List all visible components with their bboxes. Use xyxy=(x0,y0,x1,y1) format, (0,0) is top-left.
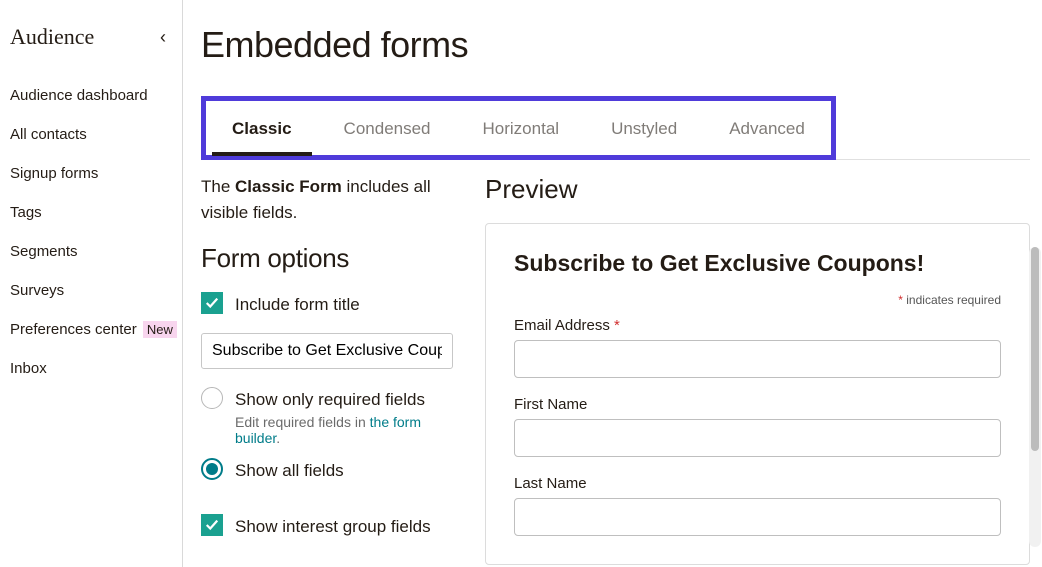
sidebar-item-label: Tags xyxy=(10,204,42,221)
hint-text: Edit required fields in xyxy=(235,414,370,430)
preview-field-lastname: Last Name xyxy=(514,475,1001,536)
show-all-radio[interactable] xyxy=(201,458,223,480)
asterisk-icon: * xyxy=(898,293,903,307)
tabs: Classic Condensed Horizontal Unstyled Ad… xyxy=(206,101,831,155)
tab-condensed[interactable]: Condensed xyxy=(318,101,457,155)
tab-label: Unstyled xyxy=(611,119,677,138)
email-input[interactable] xyxy=(514,340,1001,378)
check-icon xyxy=(205,296,219,310)
check-icon xyxy=(205,518,219,532)
desc-strong: Classic Form xyxy=(235,177,342,196)
page-title: Embedded forms xyxy=(201,24,1030,66)
sidebar-item-tags[interactable]: Tags xyxy=(10,193,182,232)
option-show-interest: Show interest group fields xyxy=(201,514,453,539)
firstname-input[interactable] xyxy=(514,419,1001,457)
form-title-input[interactable] xyxy=(201,333,453,369)
form-description: The Classic Form includes all visible fi… xyxy=(201,174,453,225)
option-show-all: Show all fields xyxy=(201,458,453,483)
sidebar-item-label: All contacts xyxy=(10,126,87,143)
show-all-label: Show all fields xyxy=(235,458,344,483)
include-title-checkbox[interactable] xyxy=(201,292,223,314)
preview-heading: Preview xyxy=(485,174,1030,205)
tab-label: Condensed xyxy=(344,119,431,138)
show-required-hint: Edit required fields in the form builder… xyxy=(235,414,453,446)
tab-label: Advanced xyxy=(729,119,805,138)
required-note: * indicates required xyxy=(514,293,1001,307)
sidebar-item-inbox[interactable]: Inbox xyxy=(10,349,182,388)
sidebar-item-label: Signup forms xyxy=(10,165,98,182)
field-label: First Name xyxy=(514,396,1001,413)
sidebar-item-label: Segments xyxy=(10,243,78,260)
scrollbar-thumb[interactable] xyxy=(1031,247,1039,451)
tabs-highlight-box: Classic Condensed Horizontal Unstyled Ad… xyxy=(201,96,836,160)
sidebar-item-segments[interactable]: Segments xyxy=(10,232,182,271)
tab-horizontal[interactable]: Horizontal xyxy=(457,101,586,155)
sidebar-item-label: Preferences center xyxy=(10,321,137,338)
sidebar-item-label: Audience dashboard xyxy=(10,87,148,104)
tab-classic[interactable]: Classic xyxy=(206,101,318,155)
field-label-text: Email Address xyxy=(514,317,610,334)
desc-text: The xyxy=(201,177,235,196)
sidebar-item-label: Inbox xyxy=(10,360,47,377)
include-title-label: Include form title xyxy=(235,292,360,317)
preview-field-firstname: First Name xyxy=(514,396,1001,457)
hint-text: . xyxy=(276,430,280,446)
sidebar-item-audience-dashboard[interactable]: Audience dashboard xyxy=(10,76,182,115)
asterisk-icon: * xyxy=(614,317,620,334)
show-interest-checkbox[interactable] xyxy=(201,514,223,536)
preview-panel: Subscribe to Get Exclusive Coupons! * in… xyxy=(485,223,1030,565)
sidebar-title: Audience xyxy=(10,24,94,50)
option-include-title: Include form title xyxy=(201,292,453,317)
sidebar-item-signup-forms[interactable]: Signup forms xyxy=(10,154,182,193)
tab-label: Horizontal xyxy=(483,119,560,138)
form-options-heading: Form options xyxy=(201,243,453,274)
sidebar-item-preferences-center[interactable]: Preferences center New xyxy=(10,310,182,349)
show-interest-label: Show interest group fields xyxy=(235,514,431,539)
field-label: Email Address * xyxy=(514,317,1001,334)
scrollbar-track[interactable] xyxy=(1029,247,1041,547)
sidebar-item-label: Surveys xyxy=(10,282,64,299)
tab-advanced[interactable]: Advanced xyxy=(703,101,831,155)
new-badge: New xyxy=(143,321,177,338)
collapse-icon[interactable]: ‹ xyxy=(160,27,166,48)
sidebar-item-surveys[interactable]: Surveys xyxy=(10,271,182,310)
sidebar: Audience ‹ Audience dashboard All contac… xyxy=(0,0,183,567)
tab-unstyled[interactable]: Unstyled xyxy=(585,101,703,155)
required-note-text: indicates required xyxy=(906,293,1001,307)
field-label: Last Name xyxy=(514,475,1001,492)
main-content: Embedded forms Classic Condensed Horizon… xyxy=(183,0,1042,567)
preview-field-email: Email Address * xyxy=(514,317,1001,378)
option-show-required: Show only required fields Edit required … xyxy=(201,387,453,446)
sidebar-item-all-contacts[interactable]: All contacts xyxy=(10,115,182,154)
show-required-radio[interactable] xyxy=(201,387,223,409)
tab-label: Classic xyxy=(232,119,292,138)
lastname-input[interactable] xyxy=(514,498,1001,536)
preview-form-title: Subscribe to Get Exclusive Coupons! xyxy=(514,250,1001,277)
show-required-label: Show only required fields xyxy=(235,387,453,412)
